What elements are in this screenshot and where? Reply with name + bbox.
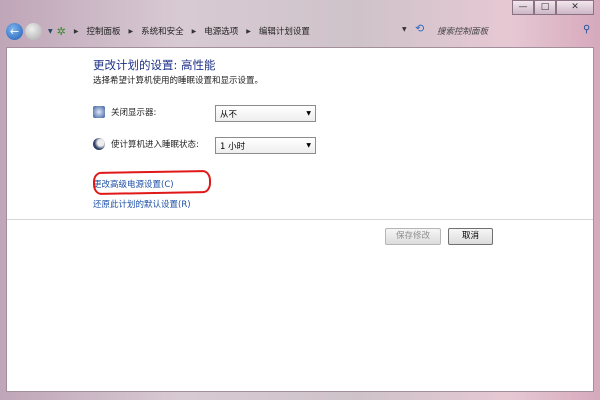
control-panel-icon: ✲ [56,24,66,38]
address-dropdown-icon[interactable]: ▼ [402,26,407,33]
chevron-right-icon: ▶ [73,27,79,35]
page-title: 更改计划的设置: 高性能 [93,58,216,72]
chevron-down-icon: ▼ [306,110,311,117]
navigation-bar: ← ▼ ✲ ▶ 控制面板 ▶ 系统和安全 ▶ 电源选项 ▶ 编辑计划设置 [6,22,310,40]
search-input[interactable]: 搜索控制面板 [437,25,488,37]
refresh-icon[interactable]: ⟲ [415,22,424,35]
back-button[interactable]: ← [6,22,23,40]
display-off-select[interactable]: 从不 ▼ [215,105,316,122]
chevron-down-icon: ▼ [306,142,311,149]
display-off-row: 关闭显示器: [93,106,221,118]
search-icon[interactable]: ⚲ [583,24,590,35]
minimize-button[interactable]: — [512,0,534,15]
maximize-button[interactable]: □ [534,0,556,15]
sleep-value: 1 小时 [220,142,246,152]
display-off-label: 关闭显示器: [111,108,157,118]
monitor-clock-icon [93,106,105,118]
chevron-right-icon: ▶ [191,27,197,35]
sleep-label: 使计算机进入睡眠状态: [111,140,199,150]
close-button[interactable]: ✕ [556,0,594,15]
restore-defaults-link[interactable]: 还原此计划的默认设置(R) [93,198,191,210]
breadcrumb-item[interactable]: 电源选项 [204,25,238,37]
sleep-select[interactable]: 1 小时 ▼ [215,137,316,154]
chevron-right-icon: ▶ [246,27,251,35]
breadcrumb: ▶ 控制面板 ▶ 系统和安全 ▶ 电源选项 ▶ 编辑计划设置 [66,25,310,37]
window-controls: — □ ✕ [512,0,594,15]
moon-icon [93,138,105,150]
breadcrumb-item[interactable]: 系统和安全 [141,25,184,37]
cancel-button[interactable]: 取消 [448,228,493,245]
red-annotation-circle [92,169,212,196]
sleep-row: 使计算机进入睡眠状态: [93,138,221,150]
save-button[interactable]: 保存修改 [385,228,441,245]
chevron-right-icon: ▶ [128,27,134,35]
forward-button[interactable] [25,22,42,40]
display-off-value: 从不 [220,110,238,120]
history-dropdown-icon[interactable]: ▼ [48,28,53,35]
breadcrumb-item[interactable]: 控制面板 [86,25,120,37]
page-subtitle: 选择希望计算机使用的睡眠设置和显示设置。 [93,76,264,86]
content-pane: 更改计划的设置: 高性能 选择希望计算机使用的睡眠设置和显示设置。 关闭显示器:… [6,47,594,392]
divider [7,219,593,220]
breadcrumb-item[interactable]: 编辑计划设置 [259,25,310,37]
